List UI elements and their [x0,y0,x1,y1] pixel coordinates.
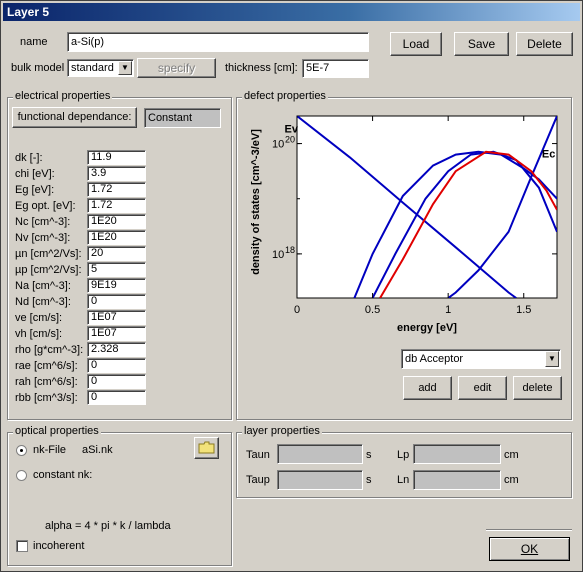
band-edge-annotation: Ec [542,148,555,160]
y-tick-base: 10 [272,249,284,261]
param-input[interactable]: 1E20 [87,230,146,245]
functional-dependance-button[interactable]: functional dependance: [12,107,137,128]
param-input[interactable]: 20 [87,246,146,261]
param-input[interactable]: 0 [87,390,146,405]
constant-nk-radio[interactable] [16,470,27,481]
taup-input [277,470,363,490]
param-input[interactable]: 3.9 [87,166,146,181]
param-label: vh [cm/s]: [15,328,63,340]
band-edge-annotation: Ev [285,124,299,136]
save-button[interactable]: Save [454,32,509,56]
constant-nk-label: constant nk: [33,469,93,481]
param-input[interactable]: 0 [87,374,146,389]
param-input[interactable]: 1E07 [87,326,146,341]
param-input[interactable]: 2.328 [87,342,146,357]
taun-input [277,444,363,464]
param-label: rae [cm^6/s]: [15,360,78,372]
param-label: rbb [cm^3/s]: [15,392,78,404]
name-label: name [20,36,48,48]
defect-select-value: db Acceptor [405,353,464,365]
taun-unit: s [366,449,372,461]
defect-dropdown-icon[interactable]: ▼ [545,351,559,367]
ln-unit: cm [504,474,519,486]
x-tick-label: 1 [445,304,451,316]
param-label: Eg opt. [eV]: [15,200,76,212]
param-input[interactable]: 1.72 [87,198,146,213]
specify-button[interactable]: specify [137,58,216,78]
nk-file-value: aSi.nk [82,444,113,456]
name-input[interactable]: a-Si(p) [67,32,369,52]
x-tick-label: 0.5 [365,304,380,316]
param-input[interactable]: 0 [87,358,146,373]
param-input[interactable]: 9E19 [87,278,146,293]
open-nk-file-button[interactable] [194,437,219,459]
param-label: ve [cm/s]: [15,312,63,324]
param-label: Nc [cm^-3]: [15,216,71,228]
nk-file-label: nk-File [33,444,67,456]
lp-input [413,444,501,464]
constant-field: Constant [144,108,221,128]
ln-label: Ln [397,474,410,486]
param-label: dk [-]: [15,152,43,164]
defect-select[interactable]: db Acceptor [401,349,561,369]
load-button[interactable]: Load [390,32,442,56]
electrical-properties-title: electrical properties [13,90,113,102]
param-label: chi [eV]: [15,168,55,180]
delete-defect-button[interactable]: delete [513,376,562,400]
ln-input [413,470,501,490]
param-label: rho [g*cm^-3]: [15,344,84,356]
taun-label: Taun [246,449,270,461]
taup-label: Taup [246,474,270,486]
param-label: µn [cm^2/Vs]: [15,248,82,260]
ok-button[interactable]: OK [489,537,570,561]
edit-defect-button[interactable]: edit [458,376,507,400]
x-axis-label: energy [eV] [397,322,457,334]
param-label: Nv [cm^-3]: [15,232,71,244]
layer-properties-title: layer properties [242,425,322,437]
optical-properties-title: optical properties [13,425,101,437]
param-label: Na [cm^-3]: [15,280,71,292]
param-label: Nd [cm^-3]: [15,296,71,308]
param-input[interactable]: 1.72 [87,182,146,197]
alpha-formula: alpha = 4 * pi * k / lambda [45,520,171,532]
ok-label: OK [520,542,539,556]
param-input[interactable]: 1E07 [87,310,146,325]
x-tick-label: 1.5 [516,304,531,316]
param-input[interactable]: 5 [87,262,146,277]
folder-icon [198,441,215,454]
lp-label: Lp [397,449,410,461]
param-label: Eg [eV]: [15,184,55,196]
param-label: µp [cm^2/Vs]: [15,264,82,276]
y-tick-base: 10 [272,139,284,151]
defect-properties-title: defect properties [242,90,328,102]
layer-dialog: Layer 5 name a-Si(p) bulk model standard… [0,0,583,572]
defect-dos-chart: 0 0.5 1 1.510 1810 20energy [eV]density of st… [250,115,558,334]
incoherent-checkbox[interactable] [16,540,28,552]
bulk-model-value: standard [71,62,114,74]
bulk-model-dropdown-icon[interactable]: ▼ [118,61,132,75]
bulk-model-label: bulk model [11,62,65,74]
ok-divider [486,529,572,530]
window-title: Layer 5 [3,3,580,21]
lp-unit: cm [504,449,519,461]
nk-file-radio[interactable] [16,445,27,456]
param-input[interactable]: 0 [87,294,146,309]
add-defect-button[interactable]: add [403,376,452,400]
y-axis-label: density of states [cm^-3/eV] [250,129,262,275]
y-tick-exponent: 18 [285,245,295,255]
y-tick-exponent: 20 [285,135,295,145]
x-tick-label: 0 [294,304,300,316]
param-input[interactable]: 1E20 [87,214,146,229]
delete-button[interactable]: Delete [516,32,573,56]
incoherent-label: incoherent [33,540,85,552]
param-input[interactable]: 11.9 [87,150,146,165]
functional-dependance-label: functional dependance: [17,111,132,123]
thickness-label: thickness [cm]: [225,62,298,74]
thickness-input[interactable]: 5E-7 [302,59,369,78]
taup-unit: s [366,474,372,486]
param-label: rah [cm^6/s]: [15,376,78,388]
